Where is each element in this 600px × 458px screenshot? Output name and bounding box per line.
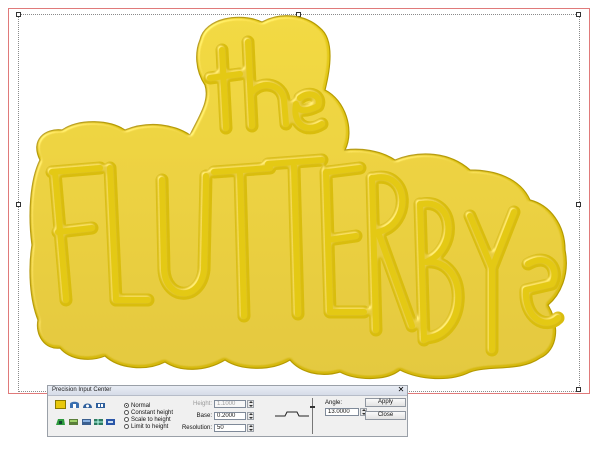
resolution-label: Resolution: <box>181 425 212 431</box>
dialog-title: Precision Input Center <box>52 387 112 393</box>
precision-input-center-dialog: Precision Input Center ✕ Normal Constant… <box>47 385 408 437</box>
angle-label: Angle: <box>325 400 343 406</box>
relief-round-icon[interactable] <box>69 400 80 409</box>
angle-field[interactable]: 13.0000 <box>325 408 359 416</box>
radio-constant-height[interactable] <box>124 410 129 415</box>
height-spinner[interactable] <box>247 400 254 408</box>
profile-preview-icon <box>275 411 309 417</box>
height-field[interactable]: 1.1000 <box>214 400 246 408</box>
tool-layers-icon[interactable] <box>81 417 92 426</box>
radio-limit-to-height[interactable] <box>124 424 129 429</box>
radio-normal[interactable] <box>124 403 129 408</box>
base-label: Base: <box>196 413 212 419</box>
radio-scale-to-height[interactable] <box>124 417 129 422</box>
dialog-title-bar[interactable]: Precision Input Center ✕ <box>48 386 407 396</box>
mode-limit-to-height[interactable]: Limit to height <box>124 424 168 431</box>
mode-normal[interactable]: Normal <box>124 403 150 410</box>
mode-scale-to-height[interactable]: Scale to height <box>124 417 171 424</box>
tool-green-icon[interactable] <box>55 417 66 426</box>
mode-constant-height[interactable]: Constant height <box>124 410 173 417</box>
tool-mesh-icon[interactable] <box>93 417 104 426</box>
base-spinner[interactable] <box>247 412 254 420</box>
tool-blue-icon[interactable] <box>105 417 116 426</box>
resolution-field[interactable]: 50 <box>214 424 246 432</box>
apply-button[interactable]: Apply <box>365 398 406 407</box>
close-icon[interactable]: ✕ <box>397 386 405 394</box>
base-field[interactable]: 0.2000 <box>214 412 246 420</box>
relief-flat-icon[interactable] <box>95 400 106 409</box>
relief-arch-icon[interactable] <box>82 400 93 409</box>
tool-stack-icon[interactable] <box>68 417 79 426</box>
close-button[interactable]: Close <box>365 411 406 420</box>
resolution-spinner[interactable] <box>247 424 254 432</box>
angle-slider-thumb[interactable] <box>310 406 315 408</box>
height-label: Height: <box>192 401 212 407</box>
color-swatch[interactable] <box>55 400 66 409</box>
angle-slider-track[interactable] <box>312 398 313 434</box>
